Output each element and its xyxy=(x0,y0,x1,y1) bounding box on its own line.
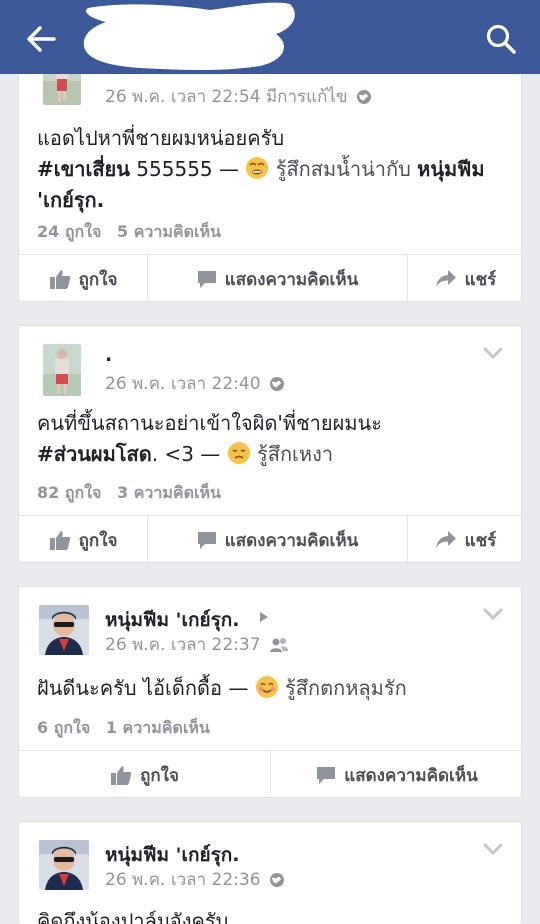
avatar[interactable] xyxy=(39,605,89,655)
share-button[interactable]: แชร์ xyxy=(408,255,521,301)
engagement-counts[interactable]: 82 ถูกใจ 3 ความคิดเห็น xyxy=(37,481,231,506)
share-label: แชร์ xyxy=(464,530,497,551)
search-icon[interactable] xyxy=(484,22,518,56)
friends-icon xyxy=(269,637,288,652)
feeling-emoji-icon xyxy=(246,157,269,179)
share-button[interactable]: แชร์ xyxy=(408,516,521,562)
avatar[interactable] xyxy=(43,344,81,396)
comment-icon xyxy=(317,767,336,784)
post-text: คิดถึงน้องปาล์มจังครับ xyxy=(37,909,229,924)
post-text: คนที่ขึ้นสถานะอย่าเข้าใจผิด'พี่ชายผมนะ xyxy=(37,411,382,435)
comment-count[interactable]: 3 ความคิดเห็น xyxy=(117,483,221,502)
like-count[interactable]: 24 ถูกใจ xyxy=(37,222,101,241)
back-arrow-icon[interactable] xyxy=(24,22,58,56)
title-redaction xyxy=(83,2,295,70)
chevron-down-icon[interactable] xyxy=(483,842,503,856)
top-bar xyxy=(0,0,540,74)
like-count[interactable]: 6 ถูกใจ xyxy=(37,718,90,737)
play-icon xyxy=(260,612,268,622)
post-card: . 26 พ.ค. เวลา 22:40 คนที่ขึ้นสถานะอย่าเ… xyxy=(18,325,522,563)
post-author[interactable]: . xyxy=(105,344,112,366)
post-card: 26 พ.ค. เวลา 22:54 มีการแก้ไข แอดไปหาพี่… xyxy=(18,50,522,302)
globe-icon xyxy=(269,872,284,887)
post-time: 26 พ.ค. เวลา 22:36 xyxy=(105,870,261,890)
post-text-cont: 555555 — xyxy=(129,157,246,181)
comment-label: แสดงความคิดเห็น xyxy=(224,530,359,551)
feeling-text: รู้สึกสมน้ำน่ากับ xyxy=(275,157,418,181)
post-time: 26 พ.ค. เวลา 22:37 xyxy=(105,635,261,655)
chevron-down-icon[interactable] xyxy=(483,607,503,621)
post-text: แอดไปหาพี่ชายผมหน่อยครับ xyxy=(37,126,285,150)
post-time: 26 พ.ค. เวลา 22:40 xyxy=(105,374,261,394)
thumbs-up-icon xyxy=(49,270,70,289)
like-label: ถูกใจ xyxy=(140,765,179,786)
comment-icon xyxy=(197,532,216,549)
thumbs-up-icon xyxy=(49,531,70,550)
feeling-emoji-icon xyxy=(255,676,278,698)
post-card: หนุ่มฟีม 'เกย์รุก. 26 พ.ค. เวลา 22:37 ฝั… xyxy=(18,586,522,798)
share-icon xyxy=(435,270,456,287)
like-button[interactable]: ถูกใจ xyxy=(19,751,271,797)
comment-button[interactable]: แสดงความคิดเห็น xyxy=(148,255,408,301)
like-label: ถูกใจ xyxy=(78,530,118,551)
comment-label: แสดงความคิดเห็น xyxy=(344,765,478,786)
like-button[interactable]: ถูกใจ xyxy=(19,516,148,562)
comment-button[interactable]: แสดงความคิดเห็น xyxy=(148,516,408,562)
hashtag-link[interactable]: #เขาเสี่ยน xyxy=(37,157,130,181)
comment-icon xyxy=(197,271,216,288)
feeling-text: รู้สึกเหงา xyxy=(257,442,334,466)
globe-icon xyxy=(356,89,371,104)
post-body: คนที่ขึ้นสถานะอย่าเข้าใจผิด'พี่ชายผมนะ #… xyxy=(37,408,505,470)
post-actions: ถูกใจ แสดงความคิดเห็น xyxy=(19,750,521,797)
post-text-cont: . <3 — xyxy=(151,442,227,466)
post-time: 26 พ.ค. เวลา 22:54 มีการแก้ไข xyxy=(105,87,348,107)
post-body: คิดถึงน้องปาล์มจังครับ xyxy=(37,906,505,924)
comment-label: แสดงความคิดเห็น xyxy=(224,269,359,290)
feeling-emoji-icon xyxy=(227,442,250,464)
thumbs-up-icon xyxy=(111,766,132,785)
post-text: ฝันดีนะครับ ไอ้เด็กดื้อ — xyxy=(37,676,255,700)
share-label: แชร์ xyxy=(464,269,497,290)
post-timestamp[interactable]: 26 พ.ค. เวลา 22:40 xyxy=(105,370,285,397)
post-body: แอดไปหาพี่ชายผมหน่อยครับ #เขาเสี่ยน 5555… xyxy=(37,123,505,216)
chevron-down-icon[interactable] xyxy=(483,346,503,360)
avatar[interactable] xyxy=(39,840,89,890)
engagement-counts[interactable]: 6 ถูกใจ 1 ความคิดเห็น xyxy=(37,716,220,741)
engagement-counts[interactable]: 24 ถูกใจ 5 ความคิดเห็น xyxy=(37,220,231,245)
post-card: หนุ่มฟีม 'เกย์รุก. 26 พ.ค. เวลา 22:36 คิ… xyxy=(18,821,522,924)
post-timestamp[interactable]: 26 พ.ค. เวลา 22:37 xyxy=(105,631,289,658)
comment-count[interactable]: 1 ความคิดเห็น xyxy=(106,718,210,737)
like-button[interactable]: ถูกใจ xyxy=(19,255,148,301)
post-timestamp[interactable]: 26 พ.ค. เวลา 22:36 xyxy=(105,866,285,893)
share-icon xyxy=(435,531,456,548)
like-label: ถูกใจ xyxy=(78,269,118,290)
feeling-text: รู้สึกตกหลุมรัก xyxy=(285,676,407,700)
post-body: ฝันดีนะครับ ไอ้เด็กดื้อ — รู้สึกตกหลุมรั… xyxy=(37,673,505,704)
globe-icon xyxy=(269,376,284,391)
like-count[interactable]: 82 ถูกใจ xyxy=(37,483,101,502)
comment-count[interactable]: 5 ความคิดเห็น xyxy=(117,222,221,241)
post-actions: ถูกใจ แสดงความคิดเห็น แชร์ xyxy=(19,515,521,562)
hashtag-link[interactable]: #ส่วนผมโสด xyxy=(37,442,152,466)
post-timestamp[interactable]: 26 พ.ค. เวลา 22:54 มีการแก้ไข xyxy=(105,83,372,110)
comment-button[interactable]: แสดงความคิดเห็น xyxy=(271,751,521,797)
post-actions: ถูกใจ แสดงความคิดเห็น แชร์ xyxy=(19,254,521,301)
